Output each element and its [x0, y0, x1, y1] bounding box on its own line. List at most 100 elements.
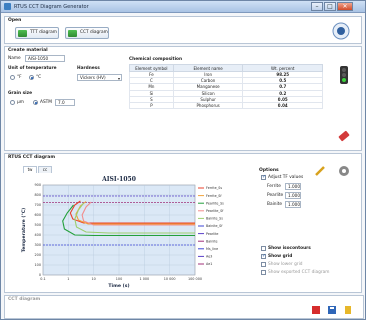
- y-axis-label: Temperature (°C): [21, 208, 27, 253]
- x-tick-label: 100: [116, 277, 122, 281]
- grain-astm-label: ASTM: [40, 100, 52, 105]
- x-tick-label: 10: [92, 277, 96, 281]
- app-window: RTUS CCT Diagram Generator – □ ✕ Open TT…: [0, 0, 366, 320]
- grain-astm-radio[interactable]: [33, 100, 38, 105]
- ttt-diagram-icon: [18, 30, 27, 37]
- open-title: Open: [8, 18, 22, 23]
- x-tick-label: 1: [67, 277, 69, 281]
- bainite-input[interactable]: 1.000: [285, 201, 301, 208]
- y-tick-label: 700: [35, 203, 41, 207]
- pdf-icon[interactable]: [311, 305, 321, 315]
- unit-f-label: °F: [17, 75, 22, 80]
- traffic-light-icon: [340, 66, 348, 84]
- close-button[interactable]: ✕: [337, 2, 353, 11]
- hardness-select[interactable]: Vickers (HV) ▾: [77, 74, 122, 81]
- adjust-checkbox[interactable]: [261, 174, 266, 180]
- cct-diagram-icon: [68, 30, 77, 37]
- y-tick-label: 400: [35, 233, 41, 237]
- show-exported-checkbox[interactable]: [261, 270, 266, 275]
- table-row[interactable]: P Phosphorus 0.04: [129, 101, 323, 110]
- legend-label: Bainite_Sf: [206, 224, 223, 228]
- column-header: Wt. percent: [242, 64, 323, 72]
- eraser-icon[interactable]: [337, 129, 351, 143]
- gear-icon[interactable]: [335, 162, 353, 180]
- chemical-table: Element symbol Element name Wt. percent …: [129, 64, 323, 110]
- tab-ttt[interactable]: tw: [23, 166, 37, 173]
- ttt-diagram-button[interactable]: TTT diagram: [15, 27, 59, 39]
- document-icon[interactable]: [343, 305, 353, 315]
- app-icon: [4, 3, 11, 10]
- options-title: Options: [259, 168, 279, 173]
- x-tick-label: 1 000: [139, 277, 149, 281]
- tab-cct[interactable]: cc: [38, 166, 52, 173]
- legend-label: Ferrite_Ss: [206, 186, 222, 190]
- legend-label: Ms_line: [206, 247, 218, 251]
- x-tick-label: 10 000: [164, 277, 176, 281]
- unit-c-radio[interactable]: [29, 75, 34, 80]
- grain-title: Grain size: [8, 91, 33, 96]
- y-tick-label: 500: [35, 223, 41, 227]
- unit-c-label: °C: [36, 75, 42, 80]
- title-bar: RTUS CCT Diagram Generator – □ ✕: [1, 1, 365, 13]
- show-contours-checkbox[interactable]: [261, 246, 266, 251]
- diagram-panel: RTUS CCT diagram tw cc 0.1 1 10 100 1 000 10 …: [4, 153, 362, 293]
- x-tick-label: 0.1: [40, 277, 45, 281]
- show-lower-label: Show lower grid: [268, 262, 303, 267]
- legend-label: Bainite: [206, 239, 218, 243]
- legend-label: Pearlite_Sf: [206, 209, 224, 213]
- column-header: Element symbol: [129, 64, 174, 72]
- show-grid-checkbox[interactable]: [261, 253, 266, 259]
- pearlite-input[interactable]: 1.000: [285, 192, 301, 199]
- chemical-title: Chemical composition: [129, 57, 183, 62]
- show-contours-label: Show isocontours: [268, 246, 311, 251]
- legend-label: Pearlite_Ss: [206, 201, 224, 205]
- material-title: Create material: [8, 48, 48, 53]
- hardness-value: Vickers (HV): [80, 75, 106, 80]
- y-tick-label: 200: [35, 253, 41, 257]
- ferrite-label: Ferrite: [267, 184, 281, 189]
- cct-chart: 0.1 1 10 100 1 000 10 000 100 000 0 100 200 300 400…: [21, 176, 224, 289]
- chemical-header-row: Element symbol Element name Wt. percent: [129, 64, 323, 72]
- logo-icon: [332, 22, 350, 40]
- grain-size-input[interactable]: 7.0: [55, 99, 75, 106]
- element-name: Phosphorus: [172, 101, 244, 110]
- material-panel: Create material Name AISI-1050 Unit of t…: [4, 46, 362, 151]
- y-tick-label: 800: [35, 193, 41, 197]
- element-wt[interactable]: 0.04: [242, 101, 323, 110]
- legend-label: Ferrite_Sf: [206, 194, 222, 198]
- name-input[interactable]: AISI-1050: [25, 55, 65, 62]
- pearlite-label: Pearlite: [267, 193, 284, 198]
- window-title: RTUS CCT Diagram Generator: [14, 4, 89, 10]
- grain-um-radio[interactable]: [10, 100, 15, 105]
- ferrite-input[interactable]: 1.000: [285, 183, 301, 190]
- y-tick-label: 600: [35, 213, 41, 217]
- bottom-title: CCT diagram: [8, 297, 41, 302]
- show-exported-label: Show exported CCT diagram: [268, 270, 330, 275]
- chevron-down-icon: ▾: [117, 76, 120, 81]
- adjust-label: Adjust TF values: [268, 175, 304, 180]
- legend-label: Bainite_Ss: [206, 217, 223, 221]
- hardness-title: Hardness: [77, 66, 100, 71]
- bainite-label: Bainite: [267, 202, 283, 207]
- save-icon[interactable]: [327, 305, 337, 315]
- ttt-diagram-label: TTT diagram: [30, 30, 57, 35]
- legend-label: Pearlite: [206, 232, 218, 236]
- unit-f-radio[interactable]: [10, 75, 15, 80]
- y-tick-label: 900: [35, 183, 41, 187]
- y-tick-label: 0: [39, 273, 41, 277]
- show-grid-label: Show grid: [268, 254, 293, 259]
- unit-title: Unit of temperature: [8, 66, 57, 71]
- cct-diagram-label: CCT diagram: [80, 30, 108, 35]
- pencil-icon[interactable]: [313, 164, 327, 178]
- show-lower-checkbox[interactable]: [261, 262, 266, 267]
- maximize-button[interactable]: □: [324, 2, 336, 11]
- y-tick-label: 100: [35, 263, 41, 267]
- cct-diagram-button[interactable]: CCT diagram: [65, 27, 109, 39]
- element-symbol: P: [129, 101, 174, 110]
- minimize-button[interactable]: –: [311, 2, 323, 11]
- x-axis-label: Time (s): [108, 283, 129, 289]
- bottom-panel: CCT diagram: [4, 295, 364, 319]
- chart-title: AISI-1050: [101, 176, 136, 183]
- legend-label: Ae1: [206, 262, 212, 266]
- column-header: Element name: [172, 64, 244, 72]
